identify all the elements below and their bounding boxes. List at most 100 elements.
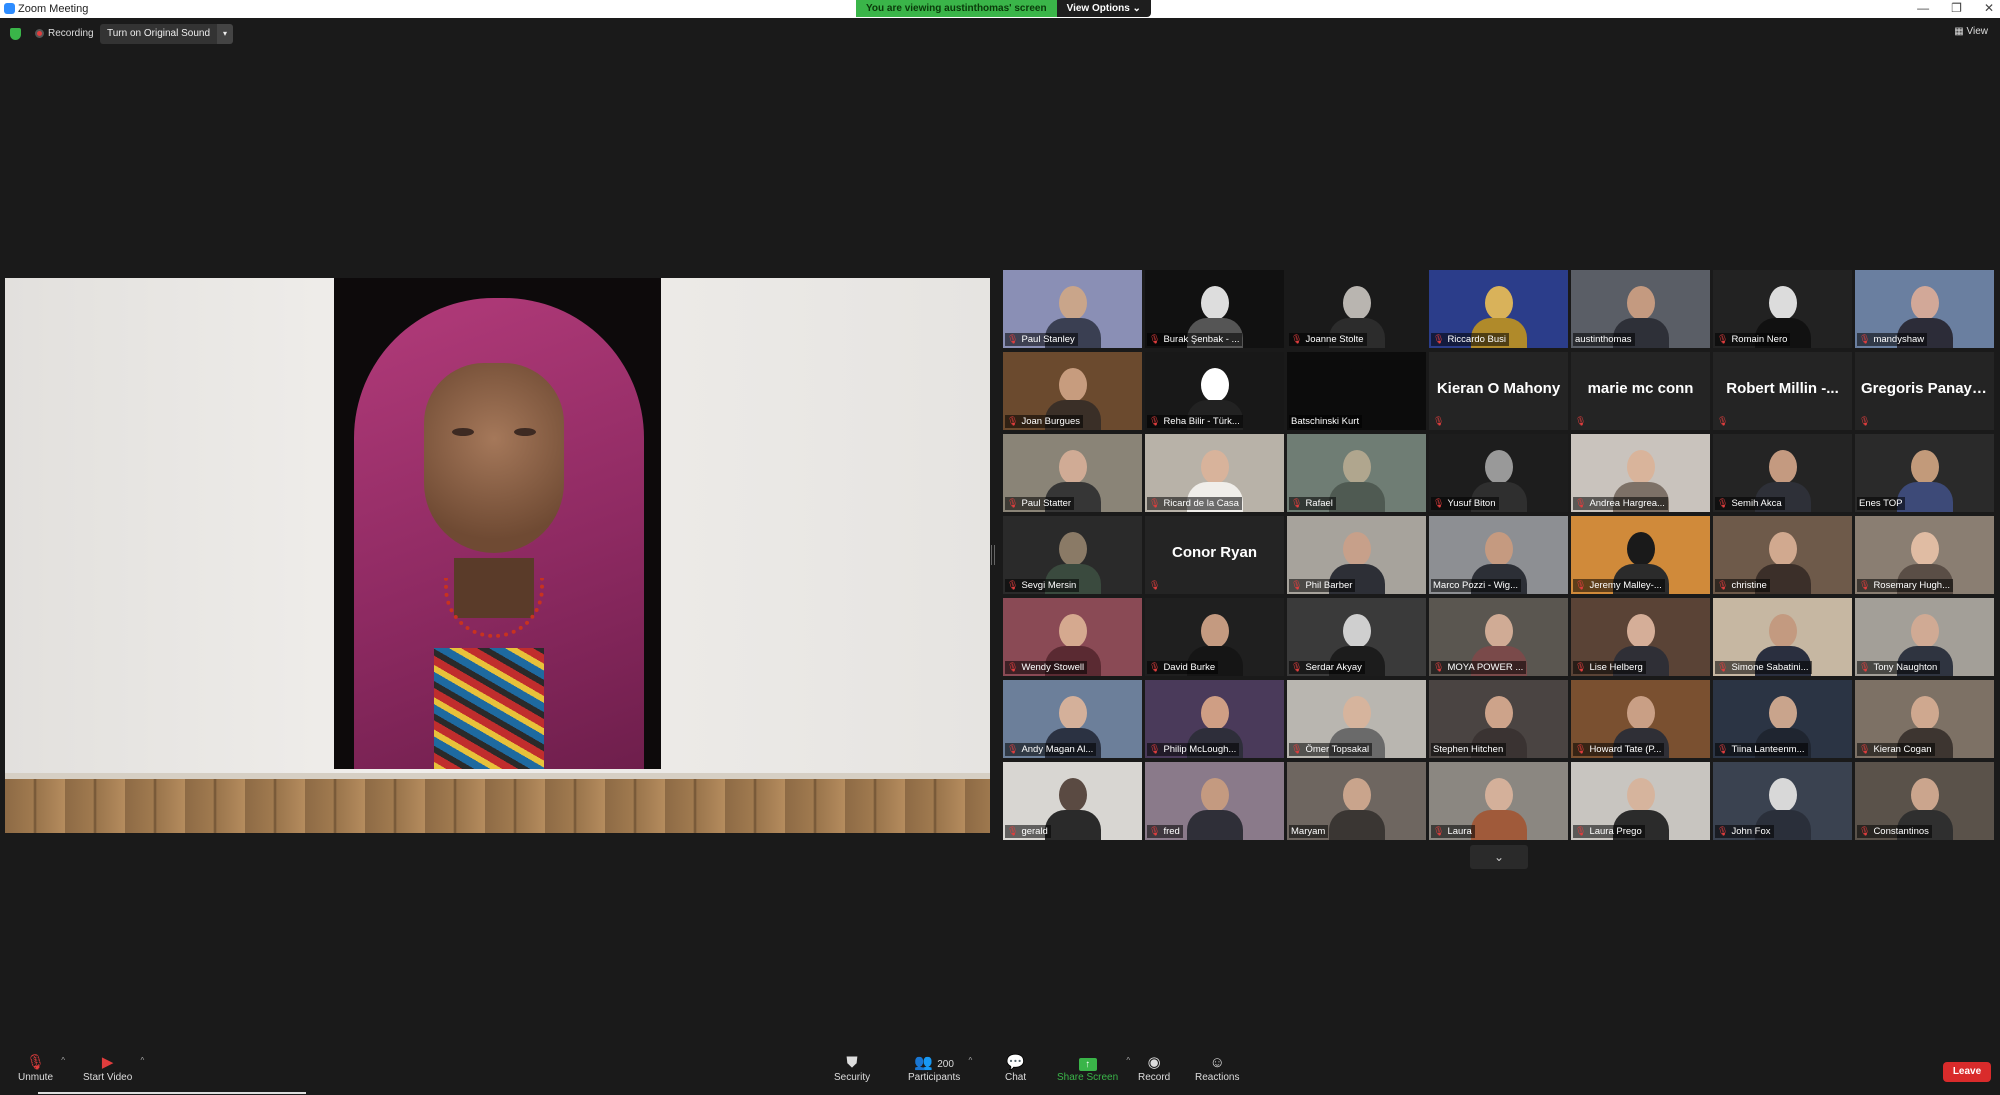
participant-tile[interactable]: marie mc conn 🎙 (1571, 352, 1710, 430)
participant-tile[interactable]: 🎙 Riccardo Busi (1429, 270, 1568, 348)
participant-tile[interactable]: Maryam (1287, 762, 1426, 840)
minimize-icon[interactable]: — (1917, 1, 1929, 15)
participant-tile[interactable]: 🎙 Semih Akca (1713, 434, 1852, 512)
participant-tile[interactable]: Conor Ryan 🎙 (1145, 516, 1284, 594)
participant-tile[interactable]: 🎙 Paul Statter (1003, 434, 1142, 512)
next-page-chevron-icon[interactable]: ⌄ (1470, 845, 1528, 869)
participant-tile[interactable]: 🎙 Lise Helberg (1571, 598, 1710, 676)
participant-tile[interactable]: 🎙 Constantinos (1855, 762, 1994, 840)
participant-tile[interactable]: 🎙 Joan Burgues (1003, 352, 1142, 430)
participant-tile[interactable]: 🎙 Sevgi Mersin (1003, 516, 1142, 594)
participant-tile[interactable]: 🎙 Andrea Hargrea... (1571, 434, 1710, 512)
participant-name: Reha Bilir - Türk... (1163, 416, 1240, 427)
participant-name: Ömer Topsakal (1305, 744, 1370, 755)
unmute-button[interactable]: 🎙 Unmute ^ (18, 1054, 65, 1083)
start-video-button[interactable]: ▶ Start Video ^ (83, 1054, 144, 1083)
participant-name: Enes TOP (1859, 498, 1903, 509)
security-button[interactable]: ⛊ Security (834, 1054, 870, 1083)
participant-name-label: Maryam (1289, 825, 1329, 838)
participant-tile[interactable]: 🎙 Wendy Stowell (1003, 598, 1142, 676)
participant-tile[interactable]: 🎙 mandyshaw (1855, 270, 1994, 348)
participant-name: John Fox (1731, 826, 1771, 837)
participant-tile[interactable]: 🎙 Philip McLough... (1145, 680, 1284, 758)
head (1768, 614, 1797, 648)
head (1626, 614, 1655, 648)
participant-name-label: 🎙 Ömer Topsakal (1289, 743, 1373, 756)
close-icon[interactable]: ✕ (1984, 1, 1994, 15)
participant-tile[interactable]: 🎙 Jeremy Malley-... (1571, 516, 1710, 594)
head (1342, 614, 1371, 648)
participant-tile[interactable]: 🎙 Laura (1429, 762, 1568, 840)
participant-tile[interactable]: Kieran O Mahony 🎙 (1429, 352, 1568, 430)
participant-name: Tiina Lanteenm... (1731, 744, 1805, 755)
head (1342, 368, 1371, 402)
participant-name-label: 🎙 Joanne Stolte (1289, 333, 1367, 346)
participant-tile[interactable]: 🎙 MOYA POWER ... (1429, 598, 1568, 676)
participant-tile[interactable]: Stephen Hitchen (1429, 680, 1568, 758)
participant-tile[interactable]: 🎙 Rafael (1287, 434, 1426, 512)
participant-tile[interactable]: Gregoris Panayi... 🎙 (1855, 352, 1994, 430)
participant-name-label: Stephen Hitchen (1431, 743, 1507, 756)
reactions-button[interactable]: ☺ Reactions (1195, 1054, 1239, 1083)
participant-tile[interactable]: 🎙 David Burke (1145, 598, 1284, 676)
participant-tile[interactable]: 🎙 Ricard de la Casa (1145, 434, 1284, 512)
muted-mic-icon: 🎙 (1433, 826, 1445, 836)
muted-mic-icon: 🎙 (1007, 826, 1019, 836)
participants-caret-icon[interactable]: ^ (968, 1056, 972, 1065)
participant-tile[interactable]: 🎙 Andy Magan Al... (1003, 680, 1142, 758)
original-sound-button[interactable]: Turn on Original Sound (100, 24, 218, 44)
participant-name: Batschinski Kurt (1291, 416, 1360, 427)
participant-tile[interactable]: Robert Millin -... 🎙 (1713, 352, 1852, 430)
participant-tile[interactable]: 🎙 Howard Tate (P... (1571, 680, 1710, 758)
participant-tile[interactable]: 🎙 christine (1713, 516, 1852, 594)
participant-tile[interactable]: 🎙 Tony Naughton (1855, 598, 1994, 676)
participant-tile[interactable]: 🎙 Paul Stanley (1003, 270, 1142, 348)
head (1626, 286, 1655, 320)
participant-tile[interactable]: austinthomas (1571, 270, 1710, 348)
muted-mic-icon: 🎙 (1149, 744, 1161, 754)
chat-button[interactable]: 💬 Chat (1005, 1054, 1026, 1083)
participant-tile[interactable]: 🎙 Rosemary Hugh... (1855, 516, 1994, 594)
participant-tile[interactable]: 🎙 Ömer Topsakal (1287, 680, 1426, 758)
participant-tile[interactable]: 🎙 Reha Bilir - Türk... (1145, 352, 1284, 430)
video-options-caret-icon[interactable]: ^ (141, 1056, 145, 1065)
participant-silhouette (1470, 770, 1527, 840)
share-screen-button[interactable]: ↑ Share Screen ^ (1057, 1054, 1130, 1083)
leave-button[interactable]: Leave (1943, 1062, 1991, 1082)
participant-tile[interactable]: 🎙 Phil Barber (1287, 516, 1426, 594)
participant-tile[interactable]: 🎙 Yusuf Biton (1429, 434, 1568, 512)
participant-tile[interactable]: 🎙 Serdar Akyay (1287, 598, 1426, 676)
participant-tile[interactable]: 🎙 fred (1145, 762, 1284, 840)
original-sound-dropdown[interactable]: ▾ (217, 24, 234, 44)
participant-name-label: 🎙 Kieran Cogan (1857, 743, 1935, 756)
view-button[interactable]: ▦ View (1954, 26, 1988, 37)
participant-name-label: 🎙 Tony Naughton (1857, 661, 1941, 674)
participant-tile[interactable]: 🎙 John Fox (1713, 762, 1852, 840)
participant-tile[interactable]: 🎙 Joanne Stolte (1287, 270, 1426, 348)
audio-options-caret-icon[interactable]: ^ (61, 1056, 65, 1065)
participant-tile[interactable]: 🎙 Laura Prego (1571, 762, 1710, 840)
participant-tile[interactable]: Enes TOP (1855, 434, 1994, 512)
muted-mic-icon: 🎙 (1007, 498, 1019, 508)
panel-splitter-handle[interactable] (991, 545, 995, 565)
participant-tile[interactable]: 🎙 Simone Sabatini... (1713, 598, 1852, 676)
view-options-button[interactable]: View Options ⌄ (1056, 0, 1151, 17)
participant-tile[interactable]: Marco Pozzi - Wig... (1429, 516, 1568, 594)
record-button[interactable]: ◉ Record (1138, 1054, 1170, 1083)
participant-tile[interactable]: Batschinski Kurt (1287, 352, 1426, 430)
participant-tile[interactable]: 🎙 Tiina Lanteenm... (1713, 680, 1852, 758)
muted-mic-icon: 🎙 (1149, 662, 1161, 672)
start-video-label: Start Video (83, 1072, 133, 1083)
share-options-caret-icon[interactable]: ^ (1126, 1056, 1130, 1065)
chat-bubble-icon: 💬 (1006, 1054, 1025, 1071)
participant-tile[interactable]: 🎙 Burak Şenbak - ... (1145, 270, 1284, 348)
participants-button[interactable]: 👥 200 Participants ^ (908, 1054, 972, 1083)
head (1484, 614, 1513, 648)
shoulders (1044, 810, 1101, 840)
encryption-shield-icon[interactable] (10, 28, 21, 40)
restore-icon[interactable]: ❐ (1951, 1, 1962, 15)
participant-tile[interactable]: 🎙 Romain Nero (1713, 270, 1852, 348)
participant-tile[interactable]: 🎙 Kieran Cogan (1855, 680, 1994, 758)
participant-tile[interactable]: 🎙 gerald (1003, 762, 1142, 840)
muted-mic-icon: 🎙 (1859, 580, 1871, 590)
